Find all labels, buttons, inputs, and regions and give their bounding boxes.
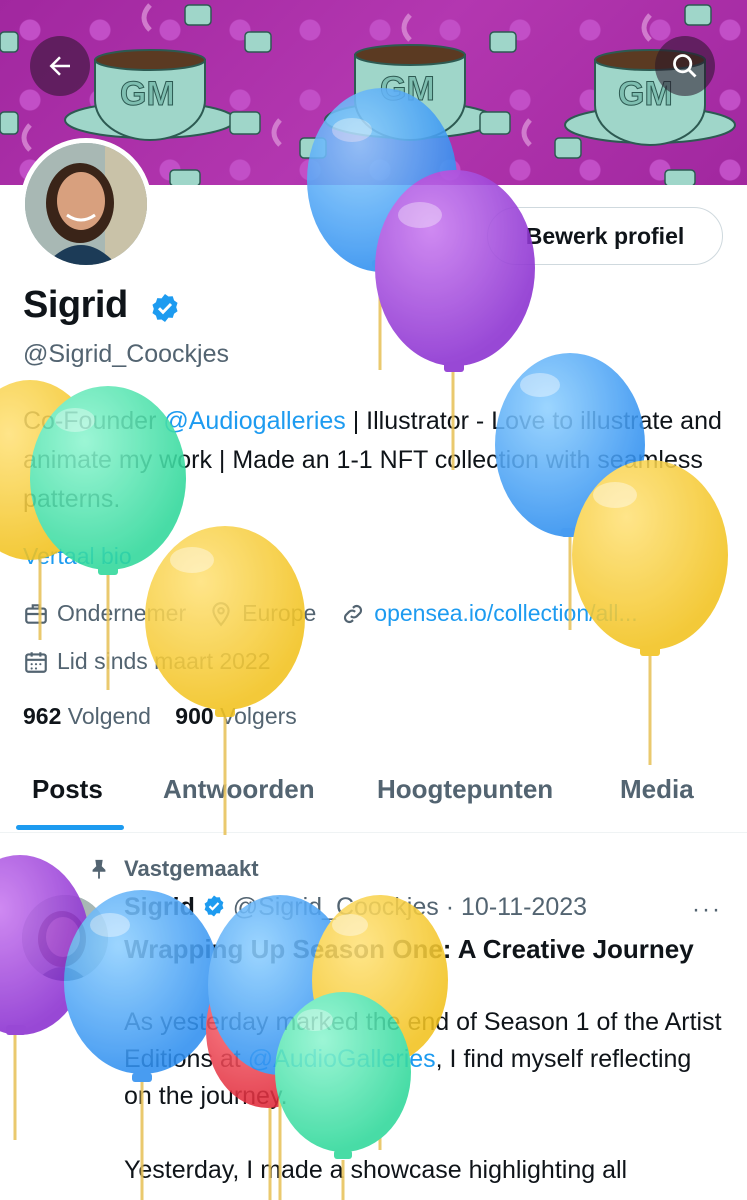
search-button[interactable] [655,36,715,96]
profile-location: Europe [242,600,317,626]
profile-bio: Co-Founder @Audiogalleries | Illustrator… [23,402,723,519]
tab-media[interactable]: Media [620,774,694,805]
post-header: Sigrid @Sigrid_Coockjes · 10-11-2023 [124,893,587,922]
profile-joined-date: Lid sinds maart 2022 [57,648,271,674]
briefcase-icon [25,603,47,624]
followers-count: 900 [175,703,214,729]
location-pin-icon [212,601,230,626]
followers-label: Volgers [220,703,297,729]
link-icon [344,604,363,623]
edit-profile-button[interactable]: Bewerk profiel [487,207,723,265]
search-icon [673,54,697,78]
post-author-name[interactable]: Sigrid [124,893,195,921]
pinned-indicator: Vastgemaakt [88,856,259,882]
post-date[interactable]: 10-11-2023 [461,893,587,921]
tab-posts[interactable]: Posts [32,774,103,805]
arrow-left-icon [49,56,70,76]
post-body-paragraph-2: Yesterday, I made a showcase highlightin… [124,1156,628,1184]
avatar-photo [25,143,147,265]
follow-counts: 962 Volgend 900 Volgers [23,703,297,730]
bio-mention-link[interactable]: @Audiogalleries [163,407,345,435]
back-button[interactable] [30,36,90,96]
pin-icon [92,859,106,880]
post-separator: · [445,893,455,921]
profile-avatar[interactable] [20,138,152,270]
calendar-icon [25,651,47,673]
profile-tabs: Posts Antwoorden Hoogtepunten Media [0,760,747,833]
profile-website-link[interactable]: opensea.io/collection/all... [374,600,637,627]
post-title: Wrapping Up Season One: A Creative Journ… [124,934,694,964]
following-link[interactable]: 962 Volgend [23,703,151,729]
svg-text:GM: GM [120,75,175,113]
profile-meta-row: Ondernemer Europe opensea.io/collection/… [23,600,638,627]
verified-badge-icon [152,294,178,322]
profile-name: Sigrid [23,284,128,326]
post-author-handle[interactable]: @Sigrid_Coockjes [233,893,439,921]
post-more-options-icon[interactable]: ··· [692,896,722,924]
following-count: 962 [23,703,62,729]
profile-occupation: Ondernemer [57,600,187,626]
post-mention-link[interactable]: @AudioGalleries [248,1045,436,1073]
following-label: Volgend [67,703,151,729]
post-author-avatar[interactable] [22,895,108,981]
post-body: As yesterday marked the end of Season 1 … [124,1004,724,1189]
svg-text:GM: GM [380,70,435,108]
translate-bio-link[interactable]: Vertaal bio [23,543,132,570]
pinned-label: Vastgemaakt [124,856,259,881]
profile-joined-row: Lid sinds maart 2022 [23,648,271,675]
tab-highlights[interactable]: Hoogtepunten [377,774,553,805]
profile-handle: @Sigrid_Coockjes [23,340,230,368]
active-tab-indicator [16,825,124,830]
post-avatar-photo [22,895,108,981]
bio-text-prefix: Co-Founder [23,407,164,435]
post-verified-badge-icon [204,895,224,917]
tab-replies[interactable]: Antwoorden [163,774,315,805]
followers-link[interactable]: 900 Volgers [175,703,296,729]
